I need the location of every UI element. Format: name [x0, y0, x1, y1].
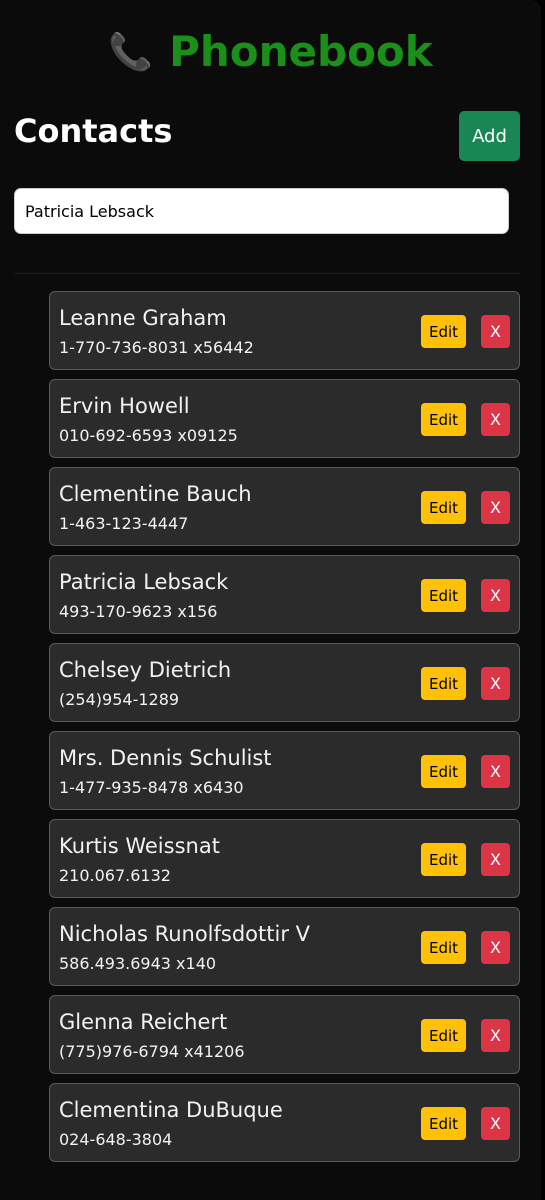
- contact-name: Ervin Howell: [59, 394, 190, 418]
- contacts-heading: Contacts: [14, 112, 173, 150]
- contact-card: Clementine Bauch 1-463-123-4447 Edit X: [49, 467, 520, 546]
- contact-card: Glenna Reichert (775)976-6794 x41206 Edit X: [49, 995, 520, 1074]
- edit-contact-button[interactable]: Edit: [421, 1019, 466, 1052]
- contact-card: Leanne Graham 1-770-736-8031 x56442 Edit X: [49, 291, 520, 370]
- contact-phone: 024-648-3804: [59, 1130, 173, 1149]
- contact-phone: 210.067.6132: [59, 866, 171, 885]
- contact-name: Mrs. Dennis Schulist: [59, 746, 272, 770]
- app-title: Phonebook: [169, 27, 433, 76]
- contact-phone: (775)976-6794 x41206: [59, 1042, 245, 1061]
- edit-contact-button[interactable]: Edit: [421, 579, 466, 612]
- search-input[interactable]: Patricia Lebsack: [14, 188, 509, 234]
- edit-contact-button[interactable]: Edit: [421, 667, 466, 700]
- contact-phone: 493-170-9623 x156: [59, 602, 218, 621]
- contact-phone: 010-692-6593 x09125: [59, 426, 238, 445]
- edit-contact-button[interactable]: Edit: [421, 931, 466, 964]
- contact-phone: 1-770-736-8031 x56442: [59, 338, 254, 357]
- contact-name: Clementine Bauch: [59, 482, 252, 506]
- contact-card: Clementina DuBuque 024-648-3804 Edit X: [49, 1083, 520, 1162]
- contact-name: Nicholas Runolfsdottir V: [59, 922, 311, 946]
- contact-name: Chelsey Dietrich: [59, 658, 232, 682]
- contact-phone: 586.493.6943 x140: [59, 954, 217, 973]
- contact-name: Glenna Reichert: [59, 1010, 228, 1034]
- contact-card: Mrs. Dennis Schulist 1-477-935-8478 x6430…: [49, 731, 520, 810]
- contact-card: Nicholas Runolfsdottir V 586.493.6943 x14…: [49, 907, 520, 986]
- delete-contact-button[interactable]: X: [481, 579, 510, 612]
- delete-contact-button[interactable]: X: [481, 491, 510, 524]
- edit-contact-button[interactable]: Edit: [421, 843, 466, 876]
- delete-contact-button[interactable]: X: [481, 667, 510, 700]
- contact-name: Leanne Graham: [59, 306, 227, 330]
- delete-contact-button[interactable]: X: [481, 755, 510, 788]
- contact-name: Clementina DuBuque: [59, 1098, 283, 1122]
- edit-contact-button[interactable]: Edit: [421, 1107, 466, 1140]
- delete-contact-button[interactable]: X: [481, 931, 510, 964]
- delete-contact-button[interactable]: X: [481, 1019, 510, 1052]
- contact-list: Leanne Graham 1-770-736-8031 x56442 Edit X E…: [49, 291, 520, 1171]
- edit-contact-button[interactable]: Edit: [421, 755, 466, 788]
- contact-phone: (254)954-1289: [59, 690, 180, 709]
- delete-contact-button[interactable]: X: [481, 843, 510, 876]
- phone-icon: 📞: [108, 32, 154, 73]
- contact-card: Patricia Lebsack 493-170-9623 x156 Edit X: [49, 555, 520, 634]
- app-header: 📞 Phonebook: [0, 22, 541, 82]
- edit-contact-button[interactable]: Edit: [421, 403, 466, 436]
- delete-contact-button[interactable]: X: [481, 403, 510, 436]
- phonebook-app: 📞 Phonebook Contacts Add Patricia Lebsack…: [0, 0, 541, 1200]
- delete-contact-button[interactable]: X: [481, 1107, 510, 1140]
- edit-contact-button[interactable]: Edit: [421, 315, 466, 348]
- add-contact-button[interactable]: Add: [459, 111, 520, 161]
- contact-name: Kurtis Weissnat: [59, 834, 220, 858]
- contact-card: Ervin Howell 010-692-6593 x09125 Edit X: [49, 379, 520, 458]
- edit-contact-button[interactable]: Edit: [421, 491, 466, 524]
- contact-phone: 1-463-123-4447: [59, 514, 189, 533]
- delete-contact-button[interactable]: X: [481, 315, 510, 348]
- contact-name: Patricia Lebsack: [59, 570, 229, 594]
- contact-card: Kurtis Weissnat 210.067.6132 Edit X: [49, 819, 520, 898]
- contact-card: Chelsey Dietrich (254)954-1289 Edit X: [49, 643, 520, 722]
- divider: [14, 273, 520, 274]
- contact-phone: 1-477-935-8478 x6430: [59, 778, 244, 797]
